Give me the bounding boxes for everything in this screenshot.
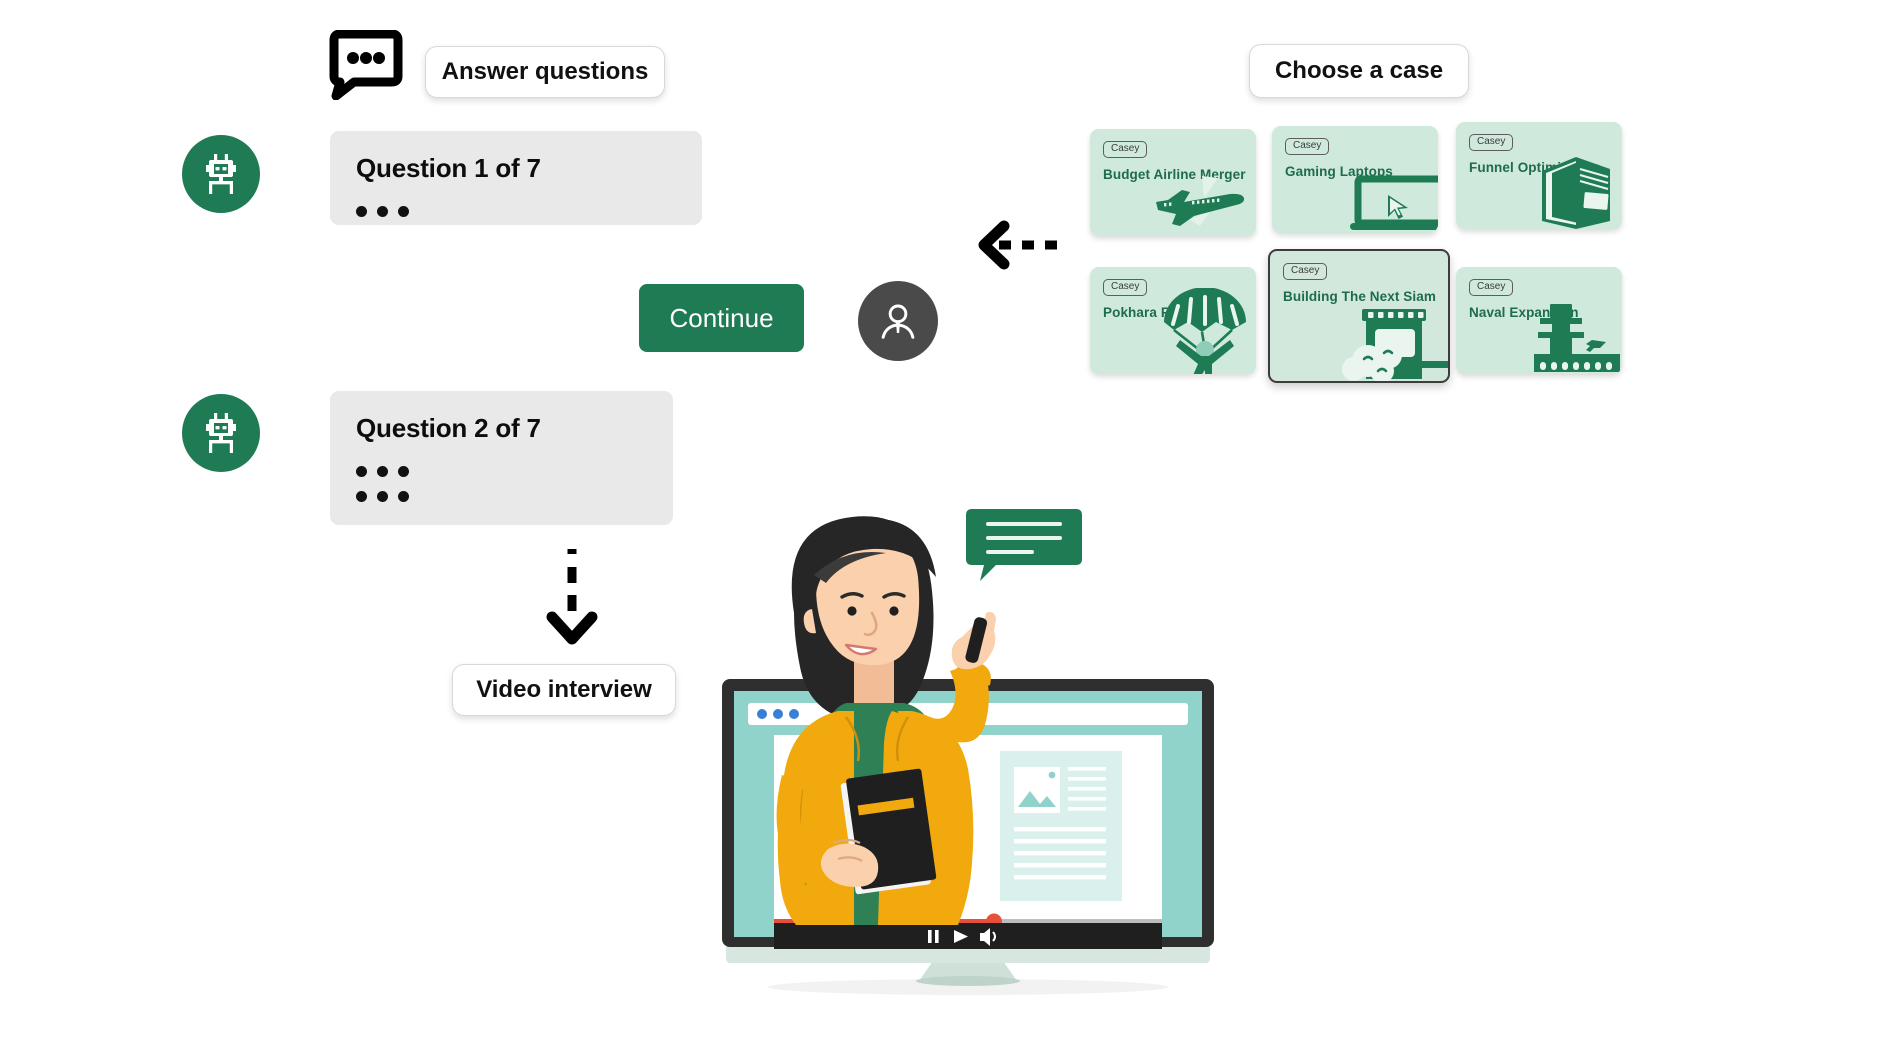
- question-1-dots: [356, 206, 676, 217]
- robot-icon: [206, 413, 236, 453]
- presenter-illustration: [742, 505, 1032, 925]
- choose-a-case-label[interactable]: Choose a case: [1249, 44, 1469, 98]
- case-badge: Casey: [1103, 279, 1148, 296]
- question-card-2: Question 2 of 7: [330, 391, 673, 525]
- case-card-building-the-next-siam[interactable]: Casey Building The Next Siam: [1268, 249, 1450, 383]
- case-card-pokhara-free-flight[interactable]: Casey Pokhara Free Flight: [1090, 267, 1256, 374]
- illustration-canvas: Answer questions Question 1 of 7 Continu…: [0, 0, 1890, 1063]
- case-card-naval-expansion[interactable]: Casey Naval Expansion: [1456, 267, 1622, 374]
- book-icon: [1542, 157, 1610, 229]
- paraglider-icon: [1164, 288, 1246, 374]
- case-badge: Casey: [1285, 138, 1330, 155]
- user-avatar-icon: [881, 304, 915, 339]
- robot-icon: [206, 154, 236, 194]
- laptop-icon: [1350, 175, 1438, 230]
- dashed-arrow-down-icon: [540, 545, 604, 655]
- case-badge: Casey: [1469, 279, 1514, 296]
- case-card-gaming-laptops[interactable]: Casey Gaming Laptops: [1272, 126, 1438, 233]
- robot-avatar-1: [182, 135, 260, 213]
- naval-base-icon: [1534, 304, 1620, 372]
- question-card-1: Question 1 of 7: [330, 131, 702, 225]
- user-avatar: [858, 281, 938, 361]
- continue-button-label: Continue: [669, 302, 774, 333]
- case-card-budget-airline-merger[interactable]: Casey Budget Airline Merger: [1090, 129, 1256, 236]
- video-interview-label[interactable]: Video interview: [452, 664, 676, 716]
- airplane-icon: [1156, 176, 1245, 226]
- answer-questions-label[interactable]: Answer questions: [425, 46, 665, 98]
- question-1-title: Question 1 of 7: [356, 153, 541, 183]
- case-badge: Casey: [1103, 141, 1148, 158]
- question-2-title: Question 2 of 7: [356, 413, 541, 443]
- choose-a-case-text: Choose a case: [1274, 57, 1444, 84]
- case-badge: Casey: [1283, 263, 1328, 280]
- video-interview-text: Video interview: [476, 676, 652, 703]
- case-badge: Casey: [1469, 134, 1514, 151]
- robot-avatar-2: [182, 394, 260, 472]
- case-card-funnel-optimization[interactable]: Casey Funnel Optimization: [1456, 122, 1622, 229]
- continue-button[interactable]: Continue: [639, 284, 804, 352]
- chat-bubble-dots-icon: [326, 29, 406, 101]
- question-2-dots-row-2: [356, 491, 647, 502]
- question-2-dots-row-1: [356, 466, 647, 477]
- mouse-cursor-icon: [1270, 371, 1282, 381]
- factory-icon: [1342, 309, 1448, 381]
- answer-questions-text: Answer questions: [441, 58, 649, 85]
- dashed-arrow-left-icon: [976, 220, 1068, 270]
